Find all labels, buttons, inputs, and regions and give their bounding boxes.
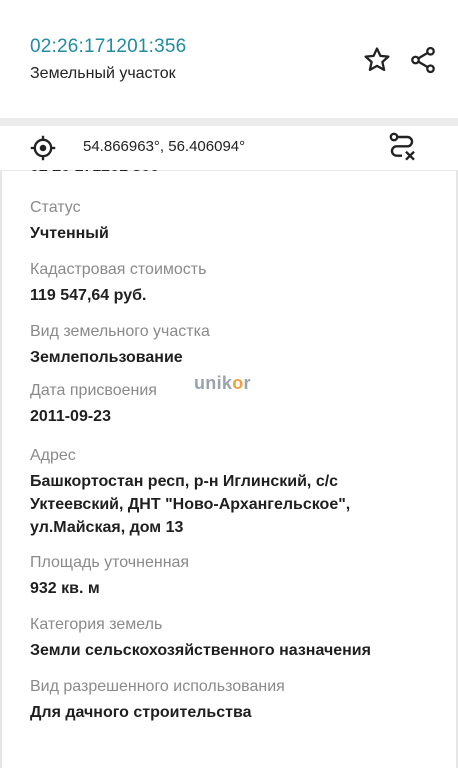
- field-value: Башкортостан респ, р-н Иглинский, с/с Ук…: [30, 473, 351, 536]
- section-divider: [0, 118, 458, 126]
- route-button[interactable]: [384, 129, 420, 165]
- route-cancel-icon: [389, 132, 415, 161]
- field-value: 932 кв. м: [30, 580, 100, 597]
- favorite-button[interactable]: [360, 43, 394, 77]
- field-value: 119 547,64 руб.: [30, 287, 147, 304]
- parcel-id[interactable]: 02:26:171201:356: [30, 36, 186, 58]
- field-value: Земли сельскохозяйственного назначения: [30, 642, 371, 659]
- clipped-previous-value: 02 20 171201 300: [30, 170, 159, 176]
- share-icon: [411, 46, 435, 74]
- field-label: Статус: [30, 199, 81, 216]
- field-label: Кадастровая стоимость: [30, 261, 207, 278]
- field-label: Площадь уточненная: [30, 554, 190, 571]
- coordinates-bar: 54.866963°, 56.406094°: [0, 126, 458, 171]
- field-value: Землепользование: [30, 349, 183, 366]
- field-status: Статус Учтенный: [30, 198, 430, 245]
- crosshair-icon: [30, 135, 56, 161]
- field-label: Адрес: [30, 447, 76, 464]
- field-area: Площадь уточненная 932 кв. м: [30, 553, 430, 600]
- field-value: 2011-09-23: [30, 408, 111, 425]
- watermark-logo: unikor: [194, 373, 251, 393]
- field-parcel-kind: Вид земельного участка Землепользование: [30, 322, 430, 369]
- field-value: Для дачного строительства: [30, 704, 252, 721]
- field-address: Адрес Башкортостан респ, р-н Иглинский, …: [30, 446, 430, 539]
- share-button[interactable]: [406, 43, 440, 77]
- field-label: Вид разрешенного использования: [30, 678, 285, 695]
- field-land-category: Категория земель Земли сельскохозяйствен…: [30, 615, 430, 662]
- star-outline-icon: [364, 47, 390, 71]
- header: 02:26:171201:356 Земельный участок: [0, 0, 458, 118]
- parcel-type: Земельный участок: [30, 65, 176, 82]
- field-label: Категория земель: [30, 616, 163, 633]
- locate-button[interactable]: [26, 131, 60, 165]
- field-value: Учтенный: [30, 225, 109, 242]
- coordinates-value[interactable]: 54.866963°, 56.406094°: [83, 138, 245, 155]
- details-list[interactable]: 02 20 171201 300 Статус Учтенный Кадастр…: [0, 170, 458, 768]
- field-permitted-use: Вид разрешенного использования Для дачно…: [30, 677, 430, 724]
- field-cadastral-cost: Кадастровая стоимость 119 547,64 руб.: [30, 260, 430, 307]
- field-label: Вид земельного участка: [30, 323, 210, 340]
